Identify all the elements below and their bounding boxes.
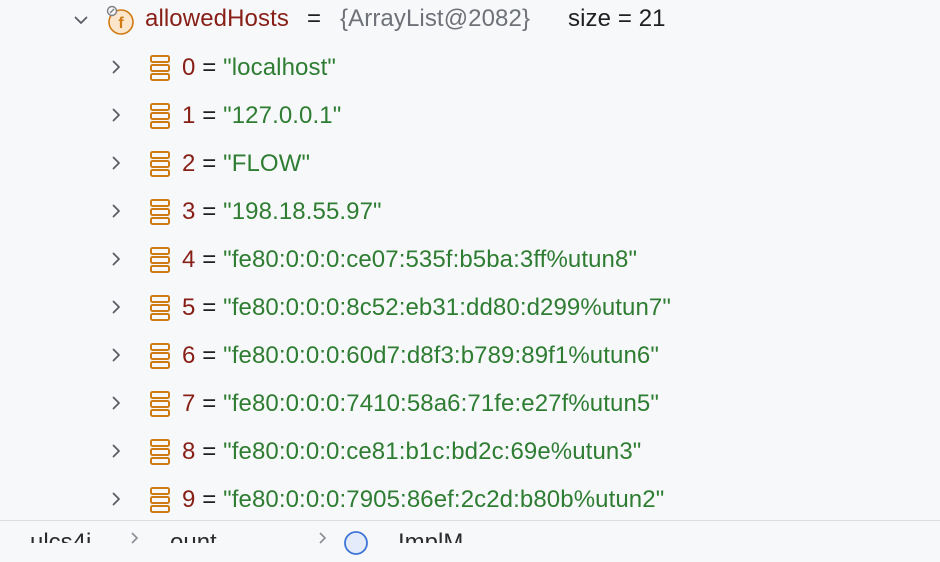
item-value: "fe80:0:0:0:7410:58a6:71fe:e27f%utun5" xyxy=(223,390,659,417)
breadcrumb-item[interactable]: ...ImplM... xyxy=(378,521,498,543)
item-equals: = xyxy=(195,486,224,513)
type-reference: {ArrayList@2082} xyxy=(340,5,531,32)
item-text: 6 = "fe80:0:0:0:60d7:d8f3:b789:89f1%utun… xyxy=(182,342,659,370)
item-equals: = xyxy=(195,390,224,417)
item-text: 9 = "fe80:0:0:0:7905:86ef:2c2d:b80b%utun… xyxy=(182,486,664,514)
variable-name: allowedHosts xyxy=(145,5,289,32)
tree-row-item[interactable]: 0 = "localhost" xyxy=(0,44,940,92)
chevron-right-icon[interactable] xyxy=(109,300,123,314)
breadcrumb-label: ...ount... xyxy=(150,529,237,543)
item-equals: = xyxy=(195,438,224,465)
item-index: 7 xyxy=(182,390,196,417)
item-equals: = xyxy=(195,342,224,369)
tree-row-item[interactable]: 6 = "fe80:0:0:0:60d7:d8f3:b789:89f1%utun… xyxy=(0,332,940,380)
item-index: 3 xyxy=(182,198,196,225)
item-index: 9 xyxy=(182,486,196,513)
item-value: "127.0.0.1" xyxy=(223,102,342,129)
chevron-right-icon[interactable] xyxy=(109,444,123,458)
item-text: 1 = "127.0.0.1" xyxy=(182,102,341,130)
item-text: 8 = "fe80:0:0:0:ce81:b1c:bd2c:69e%utun3" xyxy=(182,438,641,466)
chevron-right-icon[interactable] xyxy=(109,252,123,266)
tree-row-item[interactable]: 4 = "fe80:0:0:0:ce07:535f:b5ba:3ff%utun8… xyxy=(0,236,940,284)
array-element-icon xyxy=(149,391,171,417)
item-value: "FLOW" xyxy=(223,150,311,177)
item-equals: = xyxy=(195,54,224,81)
array-element-icon xyxy=(149,151,171,177)
breadcrumb-item[interactable]: ...ulcs4j... xyxy=(10,521,130,543)
chevron-down-icon[interactable] xyxy=(74,13,88,27)
item-index: 8 xyxy=(182,438,196,465)
field-icon: f xyxy=(105,4,137,36)
chevron-right-icon xyxy=(130,531,140,544)
equals-sign: = xyxy=(307,5,322,32)
tree-row-item[interactable]: 1 = "127.0.0.1" xyxy=(0,92,940,140)
breadcrumb-label: ...ImplM... xyxy=(378,529,484,543)
chevron-right-icon xyxy=(318,531,328,544)
chevron-right-icon[interactable] xyxy=(109,396,123,410)
variables-tree: f allowedHosts = {ArrayList@2082} size =… xyxy=(0,0,940,520)
item-value: "fe80:0:0:0:7905:86ef:2c2d:b80b%utun2" xyxy=(223,486,665,513)
tree-row-item[interactable]: 8 = "fe80:0:0:0:ce81:b1c:bd2c:69e%utun3" xyxy=(0,428,940,476)
item-equals: = xyxy=(195,246,224,273)
class-icon xyxy=(342,529,370,557)
array-element-icon xyxy=(149,439,171,465)
item-text: 4 = "fe80:0:0:0:ce07:535f:b5ba:3ff%utun8… xyxy=(182,246,637,274)
breadcrumb-bar: ...ulcs4j... ...ount... ...ImplM... xyxy=(0,520,940,555)
item-text: 3 = "198.18.55.97" xyxy=(182,198,382,226)
array-element-icon xyxy=(149,343,171,369)
array-element-icon xyxy=(149,295,171,321)
item-text: 5 = "fe80:0:0:0:8c52:eb31:dd80:d299%utun… xyxy=(182,294,671,322)
tree-row-item[interactable]: 5 = "fe80:0:0:0:8c52:eb31:dd80:d299%utun… xyxy=(0,284,940,332)
item-value: "localhost" xyxy=(223,54,336,81)
item-value: "198.18.55.97" xyxy=(223,198,382,225)
item-index: 6 xyxy=(182,342,196,369)
item-equals: = xyxy=(195,294,224,321)
tree-row-item[interactable]: 3 = "198.18.55.97" xyxy=(0,188,940,236)
item-index: 2 xyxy=(182,150,196,177)
item-equals: = xyxy=(195,150,224,177)
array-element-icon xyxy=(149,487,171,513)
chevron-right-icon[interactable] xyxy=(109,108,123,122)
chevron-right-icon[interactable] xyxy=(109,348,123,362)
item-equals: = xyxy=(195,198,224,225)
item-value: "fe80:0:0:0:8c52:eb31:dd80:d299%utun7" xyxy=(223,294,671,321)
breadcrumb-item[interactable]: ...ount... xyxy=(150,521,240,543)
item-index: 4 xyxy=(182,246,196,273)
item-index: 0 xyxy=(182,54,196,81)
item-value: "fe80:0:0:0:60d7:d8f3:b789:89f1%utun6" xyxy=(223,342,659,369)
tree-row-allowed-hosts[interactable]: f allowedHosts = {ArrayList@2082} size =… xyxy=(0,0,940,48)
tree-row-item[interactable]: 2 = "FLOW" xyxy=(0,140,940,188)
array-element-icon xyxy=(149,247,171,273)
chevron-right-icon[interactable] xyxy=(109,204,123,218)
item-value: "fe80:0:0:0:ce81:b1c:bd2c:69e%utun3" xyxy=(223,438,642,465)
item-text: 0 = "localhost" xyxy=(182,54,336,82)
breadcrumb-label: ...ulcs4j... xyxy=(10,529,112,543)
item-text: 2 = "FLOW" xyxy=(182,150,310,178)
array-element-icon xyxy=(149,55,171,81)
size-label: size = 21 xyxy=(568,5,666,32)
tree-row-item[interactable]: 7 = "fe80:0:0:0:7410:58a6:71fe:e27f%utun… xyxy=(0,380,940,428)
item-equals: = xyxy=(195,102,224,129)
item-value: "fe80:0:0:0:ce07:535f:b5ba:3ff%utun8" xyxy=(223,246,638,273)
chevron-right-icon[interactable] xyxy=(109,156,123,170)
chevron-right-icon[interactable] xyxy=(109,60,123,74)
item-index: 5 xyxy=(182,294,196,321)
svg-text:f: f xyxy=(118,15,124,32)
item-text: 7 = "fe80:0:0:0:7410:58a6:71fe:e27f%utun… xyxy=(182,390,659,418)
tree-row-item[interactable]: 9 = "fe80:0:0:0:7905:86ef:2c2d:b80b%utun… xyxy=(0,476,940,524)
array-element-icon xyxy=(149,103,171,129)
array-element-icon xyxy=(149,199,171,225)
item-index: 1 xyxy=(182,102,196,129)
chevron-right-icon[interactable] xyxy=(109,492,123,506)
